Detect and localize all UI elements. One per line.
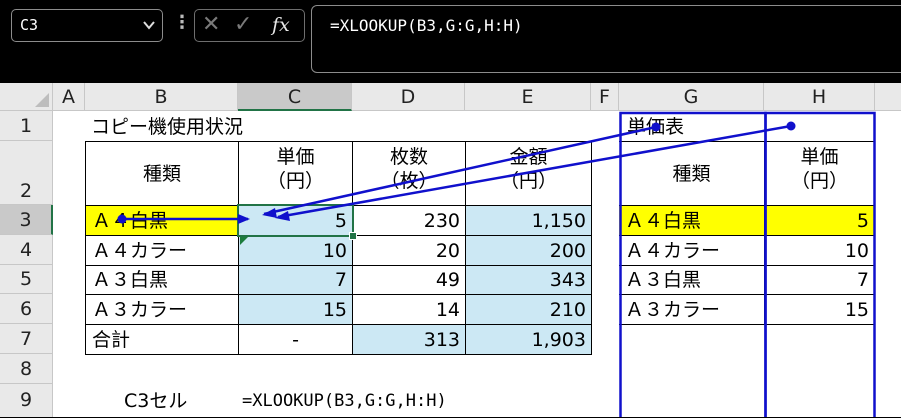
column-header-d[interactable]: D bbox=[352, 83, 465, 111]
header-count[interactable]: 枚数 （枚） bbox=[353, 141, 466, 206]
note-label: C3セル bbox=[124, 390, 188, 412]
amount-cell-e3[interactable]: 1,150 bbox=[466, 206, 592, 236]
price-header-unit-price-label: 単価 bbox=[800, 146, 839, 168]
row-header-4[interactable]: 4 bbox=[0, 235, 53, 265]
count-cell-d5[interactable]: 49 bbox=[353, 266, 466, 295]
fx-icon[interactable]: fx bbox=[272, 14, 290, 36]
count-cell-d4[interactable]: 20 bbox=[353, 236, 466, 266]
price-kind-g5[interactable]: Ａ３白黒 bbox=[619, 266, 765, 295]
name-box-value: C3 bbox=[20, 16, 39, 34]
header-amount-label: 金額 bbox=[509, 146, 548, 168]
row-header-2[interactable]: 2 bbox=[0, 141, 53, 205]
kind-cell-b6[interactable]: Ａ３カラー bbox=[85, 295, 239, 325]
row-header-8[interactable]: 8 bbox=[0, 354, 53, 384]
cancel-x-icon[interactable]: ✕ bbox=[202, 12, 220, 37]
header-amount[interactable]: 金額 （円） bbox=[466, 141, 592, 206]
price-kind-g4[interactable]: Ａ４カラー bbox=[619, 236, 765, 266]
unit-price-cell-c6[interactable]: 15 bbox=[239, 295, 353, 325]
column-header-c[interactable]: C bbox=[238, 83, 352, 111]
count-cell-d6[interactable]: 14 bbox=[353, 295, 466, 325]
formula-input[interactable]: =XLOOKUP(B3,G:G,H:H) bbox=[311, 5, 901, 73]
trace-dot-h bbox=[786, 121, 796, 131]
price-header-unit-price-unit: （円） bbox=[790, 170, 848, 192]
header-unit-price-unit: （円） bbox=[266, 170, 324, 192]
row-header-5[interactable]: 5 bbox=[0, 265, 53, 294]
name-box[interactable]: C3 bbox=[11, 9, 163, 42]
total-count-d7[interactable]: 313 bbox=[353, 325, 466, 355]
unit-price-cell-c3[interactable]: 5 bbox=[239, 206, 353, 236]
price-unit-price-h3[interactable]: 5 bbox=[765, 206, 875, 236]
total-label-b7[interactable]: 合計 bbox=[85, 325, 239, 355]
amount-cell-e6[interactable]: 210 bbox=[466, 295, 592, 325]
row-header-7[interactable]: 7 bbox=[0, 324, 53, 354]
header-unit-price[interactable]: 単価 （円） bbox=[239, 141, 353, 206]
price-unit-price-h4[interactable]: 10 bbox=[765, 236, 875, 266]
select-all-triangle-icon bbox=[35, 93, 49, 107]
column-header-h[interactable]: H bbox=[764, 83, 875, 111]
column-header-a[interactable]: A bbox=[53, 83, 85, 111]
header-unit-price-label: 単価 bbox=[276, 146, 315, 168]
kind-cell-b4[interactable]: Ａ４カラー bbox=[85, 236, 239, 266]
kind-cell-b3[interactable]: Ａ４白黒 bbox=[85, 206, 239, 236]
formula-text: =XLOOKUP(B3,G:G,H:H) bbox=[330, 16, 523, 35]
main-table-title: コピー機使用状況 bbox=[91, 116, 244, 138]
select-all-corner[interactable] bbox=[0, 83, 53, 111]
total-amount-e7[interactable]: 1,903 bbox=[466, 325, 592, 355]
row-header-1[interactable]: 1 bbox=[0, 111, 53, 141]
price-kind-g6[interactable]: Ａ３カラー bbox=[619, 295, 765, 325]
vertical-ellipsis-icon[interactable]: ⋮ bbox=[173, 12, 191, 33]
formula-buttons: ✕ ✓ fx bbox=[194, 9, 305, 42]
chevron-down-icon[interactable] bbox=[143, 10, 155, 53]
price-unit-price-h6[interactable]: 15 bbox=[765, 295, 875, 325]
column-header-g[interactable]: G bbox=[619, 83, 764, 111]
price-header-unit-price[interactable]: 単価 （円） bbox=[765, 141, 875, 206]
unit-price-cell-c5[interactable]: 7 bbox=[239, 266, 353, 295]
header-count-label: 枚数 bbox=[389, 146, 428, 168]
price-kind-g3[interactable]: Ａ４白黒 bbox=[619, 206, 765, 236]
header-amount-unit: （円） bbox=[499, 170, 557, 192]
amount-cell-e5[interactable]: 343 bbox=[466, 266, 592, 295]
error-indicator-triangle-icon[interactable] bbox=[240, 237, 248, 245]
checkmark-icon[interactable]: ✓ bbox=[234, 12, 252, 37]
note-formula: =XLOOKUP(B3,G:G,H:H) bbox=[242, 391, 447, 411]
column-header-f[interactable]: F bbox=[591, 83, 619, 111]
row-header-9[interactable]: 9 bbox=[0, 384, 53, 417]
row-header-6[interactable]: 6 bbox=[0, 294, 53, 324]
row-header-3[interactable]: 3 bbox=[0, 205, 53, 235]
spreadsheet-grid[interactable]: A B C D E F G H 1 2 3 4 5 6 7 8 9 コピー機使用… bbox=[0, 83, 901, 417]
fill-handle[interactable] bbox=[349, 232, 357, 240]
header-count-unit: （枚） bbox=[380, 170, 438, 192]
kind-cell-b5[interactable]: Ａ３白黒 bbox=[85, 266, 239, 295]
column-header-b[interactable]: B bbox=[85, 83, 238, 111]
unit-price-cell-c4[interactable]: 10 bbox=[239, 236, 353, 266]
column-header-i[interactable] bbox=[875, 83, 901, 111]
header-kind[interactable]: 種類 bbox=[85, 141, 239, 206]
column-header-e[interactable]: E bbox=[465, 83, 591, 111]
price-table-title: 単価表 bbox=[627, 116, 685, 138]
formula-bar: C3 ⋮ ✕ ✓ fx =XLOOKUP(B3,G:G,H:H) bbox=[0, 0, 901, 83]
price-unit-price-h5[interactable]: 7 bbox=[765, 266, 875, 295]
price-header-kind[interactable]: 種類 bbox=[619, 141, 765, 206]
amount-cell-e4[interactable]: 200 bbox=[466, 236, 592, 266]
total-unit-price-c7[interactable]: - bbox=[239, 325, 353, 355]
count-cell-d3[interactable]: 230 bbox=[353, 206, 466, 236]
